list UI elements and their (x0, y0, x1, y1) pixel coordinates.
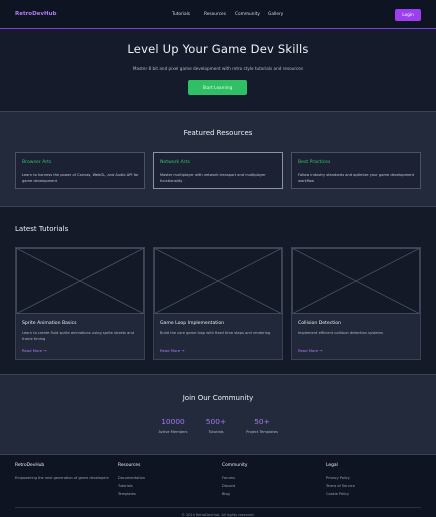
footer: RetroDevHub Empowering the next generati… (0, 454, 436, 517)
read-more-link[interactable]: Read More → (22, 348, 47, 353)
footer-divider (15, 507, 421, 508)
resource-card-desc: Master multiplayer with network transpor… (160, 173, 266, 183)
read-more-link[interactable]: Read More → (160, 348, 185, 353)
stat-label: Project Templates (246, 430, 278, 434)
footer-link-tutorials[interactable]: Tutorials (118, 484, 145, 488)
tutorial-card-sprite-animation[interactable]: Sprite Animation Basics Learn to create … (15, 247, 145, 360)
hero-subtitle: Master 8 bit and pixel game development … (132, 66, 304, 71)
footer-brand: RetroDevHub (15, 463, 45, 468)
hero-title: Level Up Your Game Dev Skills (127, 42, 309, 56)
footer-column-community: Community Forums Discord Blog (222, 463, 247, 496)
tutorial-desc: Implement efficient collision detection … (298, 331, 383, 335)
footer-link-forums[interactable]: Forums (222, 476, 247, 480)
nav-link-resources[interactable]: Resources (204, 12, 226, 17)
thumbnail-placeholder-icon (16, 248, 144, 314)
login-button[interactable]: Login (395, 9, 421, 21)
latest-tutorials-section: Latest Tutorials Sprite Animation Basics… (0, 206, 436, 374)
footer-link-discord[interactable]: Discord (222, 484, 247, 488)
read-more-link[interactable]: Read More → (298, 348, 323, 353)
stat-project-templates: 50+ Project Templates (232, 417, 292, 434)
footer-link-terms[interactable]: Terms of Service (326, 484, 355, 488)
tutorial-card-game-loop[interactable]: Game Loop Implementation Build the core … (153, 247, 283, 360)
footer-link-privacy[interactable]: Privacy Policy (326, 476, 355, 480)
resource-card-title: Network Arts (160, 160, 190, 165)
resource-card-browser-arts[interactable]: Browser Arts Learn to harness the power … (15, 152, 145, 189)
nav-link-community[interactable]: Community (235, 12, 260, 17)
tutorial-title: Game Loop Implementation (160, 321, 225, 326)
copyright-text: © 2024 RetroDevHub. All rights reserved. (181, 513, 255, 517)
site-logo[interactable]: RetroDevHub (15, 11, 56, 17)
resource-card-desc: Follow industry standards and optimize y… (298, 173, 415, 183)
community-section: Join Our Community 10000 Active Members … (0, 374, 436, 454)
footer-link-templates[interactable]: Templates (118, 492, 145, 496)
resource-card-desc: Learn to harness the power of Canvas, We… (22, 173, 139, 183)
tutorial-title: Sprite Animation Basics (22, 321, 77, 326)
stat-value: 50+ (254, 417, 270, 426)
thumbnail-placeholder-icon (292, 248, 420, 314)
footer-link-cookies[interactable]: Cookie Policy (326, 492, 355, 496)
footer-brand-column: RetroDevHub Empowering the next generati… (15, 463, 109, 480)
thumbnail-placeholder-icon (154, 248, 282, 314)
tutorial-desc: Learn to create fluid sprite animations … (22, 331, 134, 341)
hero-section: Level Up Your Game Dev Skills Master 8 b… (0, 29, 436, 111)
featured-title: Featured Resources (183, 129, 253, 137)
tutorial-desc: Build the core game loop with fixed time… (160, 331, 271, 335)
footer-link-blog[interactable]: Blog (222, 492, 247, 496)
featured-resources-section: Featured Resources Browser Arts Learn to… (0, 111, 436, 206)
footer-column-legal: Legal Privacy Policy Terms of Service Co… (326, 463, 355, 496)
footer-tagline: Empowering the next generation of game d… (15, 476, 109, 480)
resource-card-title: Browser Arts (22, 160, 52, 165)
footer-heading: Resources (118, 463, 141, 468)
footer-heading: Legal (326, 463, 338, 468)
tutorial-title: Collision Detection (298, 321, 342, 326)
top-navbar: RetroDevHub Tutorials Resources Communit… (0, 0, 436, 29)
footer-link-documentation[interactable]: Documentation (118, 476, 145, 480)
start-learning-button[interactable]: Start Learning (188, 80, 247, 95)
resource-card-network-arts[interactable]: Network Arts Master multiplayer with net… (153, 152, 283, 189)
latest-title: Latest Tutorials (15, 225, 69, 233)
nav-link-tutorials[interactable]: Tutorials (172, 12, 190, 17)
resource-card-title: Best Practices (298, 160, 331, 165)
footer-column-resources: Resources Documentation Tutorials Templa… (118, 463, 145, 496)
resource-card-best-practices[interactable]: Best Practices Follow industry standards… (291, 152, 421, 189)
footer-heading: Community (222, 463, 248, 468)
community-title: Join Our Community (182, 394, 254, 402)
nav-link-gallery[interactable]: Gallery (268, 12, 283, 17)
tutorial-card-collision-detection[interactable]: Collision Detection Implement efficient … (291, 247, 421, 360)
